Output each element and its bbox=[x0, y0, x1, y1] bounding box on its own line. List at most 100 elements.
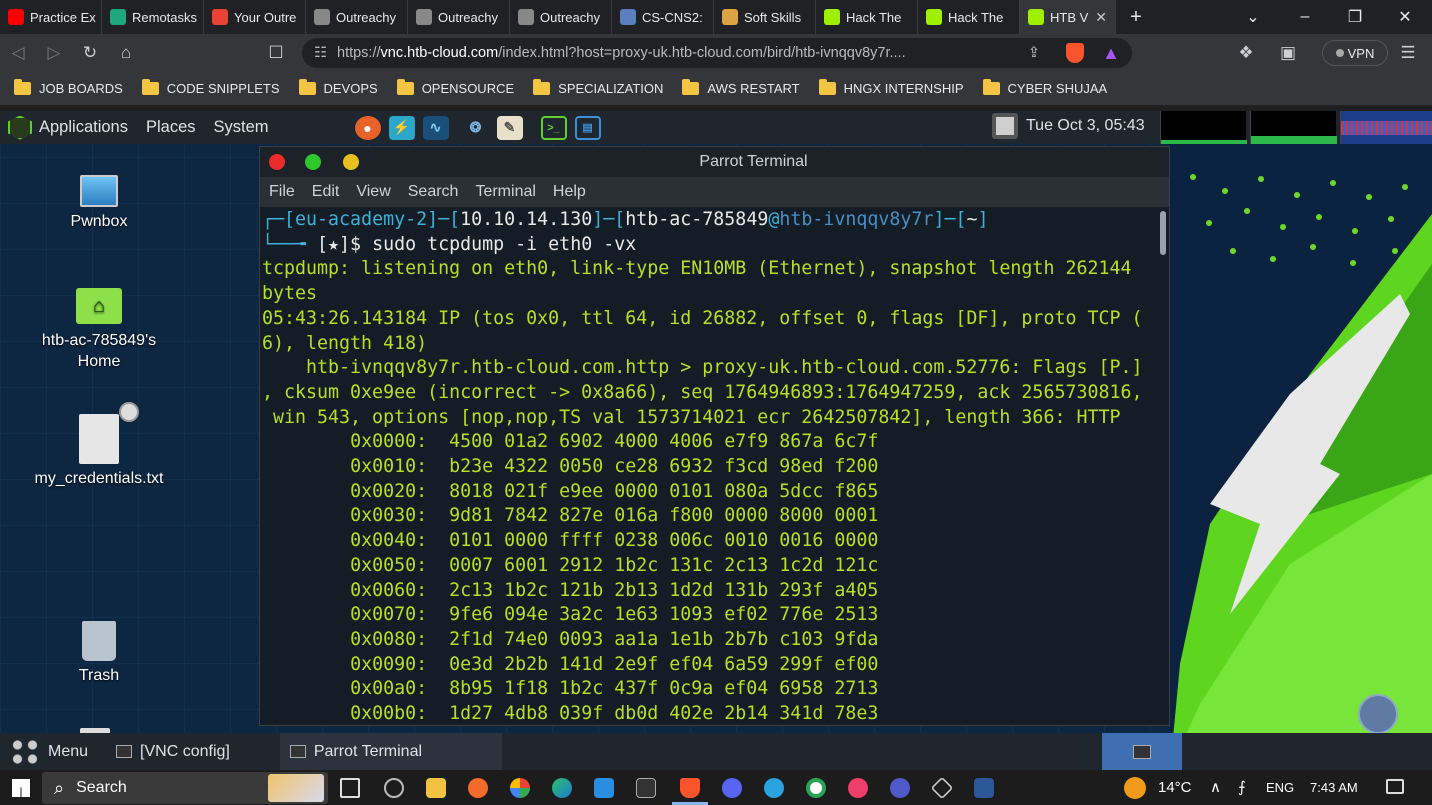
desktop-icon-home[interactable]: ⌂ htb-ac-785849's Home bbox=[24, 288, 174, 372]
screenshot-launcher-icon[interactable]: ▤ bbox=[574, 115, 601, 140]
file-explorer-icon[interactable] bbox=[426, 778, 446, 798]
desktop-widget-icon[interactable] bbox=[1358, 694, 1398, 734]
bookmark-icon[interactable]: ☐ bbox=[258, 43, 294, 63]
brave-shield-icon[interactable] bbox=[1066, 43, 1084, 63]
browser-tab[interactable]: Outreachy bbox=[408, 0, 510, 34]
terminal-output[interactable]: ┌─[eu-academy-2]─[10.10.14.130]─[htb-ac-… bbox=[262, 207, 1158, 725]
bookmark-folder[interactable]: AWS RESTART bbox=[682, 79, 800, 96]
brave-icon[interactable] bbox=[680, 778, 700, 798]
wallet-icon[interactable]: ▣ bbox=[1270, 43, 1306, 63]
menu-applications[interactable]: Applications bbox=[39, 118, 128, 137]
windows-start-icon[interactable] bbox=[12, 779, 30, 797]
vpn-button[interactable]: VPN bbox=[1322, 40, 1388, 66]
edge-icon[interactable] bbox=[552, 778, 572, 798]
chrome-icon[interactable] bbox=[510, 778, 530, 798]
address-bar[interactable]: ☷ https://vnc.htb-cloud.com/index.html?h… bbox=[302, 38, 1132, 68]
menu-view[interactable]: View bbox=[356, 183, 390, 201]
browser-tab[interactable]: CS-CNS2: bbox=[612, 0, 714, 34]
notification-icon[interactable] bbox=[1386, 779, 1404, 794]
browser-tab[interactable]: Hack The bbox=[918, 0, 1020, 34]
browser-tab[interactable]: Remotasks bbox=[102, 0, 204, 34]
browser-tab[interactable]: Your Outre bbox=[204, 0, 306, 34]
browser-tab[interactable]: Practice Ex bbox=[0, 0, 102, 34]
menu-terminal[interactable]: Terminal bbox=[475, 183, 535, 201]
menu-edit[interactable]: Edit bbox=[312, 183, 340, 201]
close-tab-icon[interactable]: ✕ bbox=[1095, 9, 1107, 26]
bookmark-folder[interactable]: CODE SNIPPLETS bbox=[141, 79, 280, 96]
brave-rewards-icon[interactable]: ▲ bbox=[1102, 43, 1120, 64]
bookmark-folder[interactable]: HNGX INTERNSHIP bbox=[818, 79, 964, 96]
bookmark-folder[interactable]: CYBER SHUJAA bbox=[982, 79, 1107, 96]
menu-file[interactable]: File bbox=[269, 183, 295, 201]
terminal-scrollbar[interactable] bbox=[1158, 207, 1168, 725]
terminal-titlebar[interactable]: Parrot Terminal bbox=[260, 147, 1169, 177]
menu-system[interactable]: System bbox=[214, 118, 269, 137]
app-icon-green[interactable] bbox=[806, 778, 826, 798]
scroll-thumb[interactable] bbox=[1160, 211, 1166, 255]
restore-window-icon[interactable]: ❐ bbox=[1330, 7, 1380, 27]
minimize-window-icon[interactable]: – bbox=[1280, 8, 1330, 26]
hamburger-menu-icon[interactable]: ☰ bbox=[1390, 43, 1426, 63]
bookmark-folder[interactable]: OPENSOURCE bbox=[396, 79, 514, 96]
browser-tab[interactable]: Soft Skills bbox=[714, 0, 816, 34]
app-icon-pink[interactable] bbox=[848, 778, 868, 798]
menu-help[interactable]: Help bbox=[553, 183, 586, 201]
close-window-icon[interactable]: ✕ bbox=[1380, 7, 1430, 27]
clock[interactable]: Tue Oct 3, 05:43 bbox=[1026, 117, 1145, 135]
network-icon[interactable] bbox=[992, 113, 1018, 139]
site-settings-icon[interactable]: ☷ bbox=[314, 45, 327, 61]
extensions-icon[interactable]: ❖ bbox=[1228, 43, 1264, 63]
teams-icon[interactable] bbox=[890, 778, 910, 798]
tab-search-chevron-icon[interactable]: ⌄ bbox=[1228, 7, 1278, 27]
taskbar-vnc-config[interactable]: [VNC config] bbox=[106, 733, 240, 770]
parrot-logo-icon[interactable] bbox=[8, 115, 32, 140]
bookmark-folder[interactable]: JOB BOARDS bbox=[14, 79, 123, 96]
browser-tab[interactable]: Outreachy bbox=[306, 0, 408, 34]
text-editor-launcher-icon[interactable]: ✎ bbox=[496, 115, 523, 140]
browser-tab[interactable]: Outreachy bbox=[510, 0, 612, 34]
telegram-icon[interactable] bbox=[764, 778, 784, 798]
system-time[interactable]: 7:43 AM bbox=[1310, 780, 1358, 795]
back-icon[interactable]: ◁ bbox=[0, 43, 36, 63]
bookmark-folder[interactable]: DEVOPS bbox=[298, 79, 378, 96]
bug-launcher-icon[interactable]: ❂ bbox=[463, 116, 489, 140]
app-icon-orange[interactable] bbox=[468, 778, 488, 798]
menu-search[interactable]: Search bbox=[408, 183, 459, 201]
close-button[interactable] bbox=[269, 154, 285, 170]
forward-icon[interactable]: ▷ bbox=[36, 43, 72, 63]
new-tab-button[interactable]: + bbox=[1116, 6, 1156, 29]
share-icon[interactable]: ⇪ bbox=[1028, 45, 1040, 61]
windows-terminal-icon[interactable] bbox=[636, 778, 656, 798]
discord-icon[interactable] bbox=[722, 778, 742, 798]
vscode-icon[interactable] bbox=[594, 778, 614, 798]
weather-temperature[interactable]: 14°C bbox=[1158, 779, 1192, 796]
weather-sun-icon[interactable] bbox=[1124, 777, 1146, 799]
task-view-icon[interactable] bbox=[340, 778, 360, 798]
desktop-icon-trash[interactable]: Trash bbox=[24, 621, 174, 685]
desktop-icon-pwnbox[interactable]: Pwnbox bbox=[24, 175, 174, 231]
desktop-icon-credentials[interactable]: my_credentials.txt bbox=[24, 402, 174, 488]
chevron-up-icon[interactable]: ∧ bbox=[1210, 778, 1221, 796]
reload-icon[interactable]: ↻ bbox=[72, 43, 108, 63]
wireshark-launcher-icon[interactable]: ∿ bbox=[422, 115, 449, 140]
menu-button[interactable]: Menu bbox=[48, 743, 88, 761]
wifi-icon[interactable]: ⨍ bbox=[1238, 778, 1246, 796]
taskbar-parrot-terminal[interactable]: Parrot Terminal bbox=[279, 733, 502, 770]
windows-search-box[interactable]: ⌕ Search bbox=[42, 772, 328, 804]
menu-places[interactable]: Places bbox=[146, 118, 196, 137]
browser-tab[interactable]: HTB V ✕ bbox=[1020, 0, 1116, 34]
browser-tab[interactable]: Hack The bbox=[816, 0, 918, 34]
bookmark-folder[interactable]: SPECIALIZATION bbox=[533, 79, 663, 96]
word-icon[interactable] bbox=[974, 778, 994, 798]
virtualbox-icon[interactable] bbox=[930, 776, 954, 800]
maximize-button[interactable] bbox=[305, 154, 321, 170]
burp-launcher-icon[interactable]: ⚡ bbox=[388, 115, 415, 140]
home-icon[interactable]: ⌂ bbox=[108, 43, 144, 63]
language-indicator[interactable]: ENG bbox=[1266, 780, 1294, 795]
minimize-button[interactable] bbox=[343, 154, 359, 170]
terminal-launcher-icon[interactable]: >_ bbox=[540, 115, 567, 140]
firefox-launcher-icon[interactable]: ● bbox=[354, 115, 381, 140]
workspace-switcher[interactable] bbox=[1102, 733, 1182, 770]
menu-grid-icon[interactable] bbox=[10, 737, 40, 766]
widgets-icon[interactable] bbox=[384, 778, 404, 798]
